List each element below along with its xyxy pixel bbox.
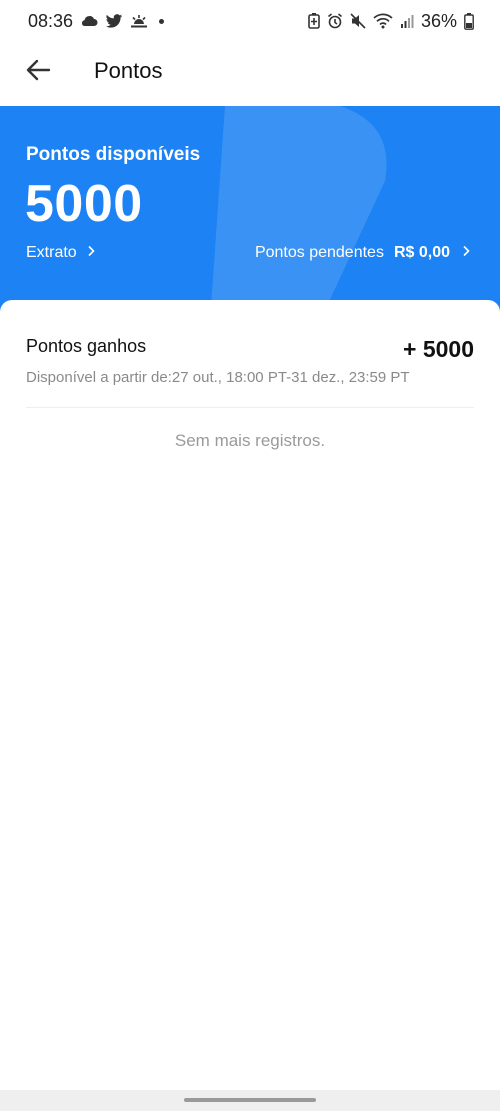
extrato-link[interactable]: Extrato — [26, 244, 95, 262]
chevron-right-icon — [87, 244, 95, 262]
battery-saver-icon — [308, 13, 320, 29]
records-card: Pontos ganhos + 5000 Disponível a partir… — [0, 300, 500, 1090]
dot-icon — [159, 18, 165, 24]
home-indicator[interactable] — [184, 1098, 316, 1102]
pending-points-amount: R$ 0,00 — [393, 244, 450, 261]
battery-percent: 36% — [420, 10, 457, 31]
no-more-records-text: Sem mais registros. — [174, 431, 326, 450]
divider — [26, 407, 474, 408]
wifi-icon — [373, 13, 393, 29]
pending-points-label: Pontos pendentes — [254, 244, 384, 261]
back-button[interactable] — [22, 56, 54, 88]
record-points: + 5000 — [403, 336, 474, 362]
status-bar: 08:36 36% — [0, 0, 500, 42]
cloud-icon — [80, 15, 98, 27]
sunrise-icon — [130, 14, 148, 28]
system-nav-bar — [0, 1090, 500, 1111]
available-points-value: 5000 — [25, 175, 143, 233]
twitter-icon — [105, 13, 123, 29]
chevron-right-icon — [462, 244, 470, 262]
status-bar-left: 08:36 — [28, 10, 165, 32]
signal-icon — [400, 14, 414, 28]
status-time: 08:36 — [28, 10, 74, 31]
points-summary: Pontos disponíveis 5000 Extrato Pontos p… — [0, 106, 500, 321]
status-bar-right: 36% — [308, 11, 474, 32]
page-title: Pontos — [94, 58, 163, 83]
record-title: Pontos ganhos — [26, 336, 147, 356]
battery-icon — [464, 12, 474, 30]
mute-icon — [350, 13, 366, 29]
record-availability: Disponível a partir de:27 out., 18:00 PT… — [26, 369, 410, 386]
pending-points-link[interactable]: Pontos pendentes R$ 0,00 — [255, 244, 470, 262]
extrato-label: Extrato — [26, 244, 77, 261]
available-points-label: Pontos disponíveis — [26, 144, 201, 165]
alarm-icon — [327, 13, 343, 29]
app-header: Pontos — [0, 42, 500, 106]
arrow-left-icon — [25, 58, 51, 87]
